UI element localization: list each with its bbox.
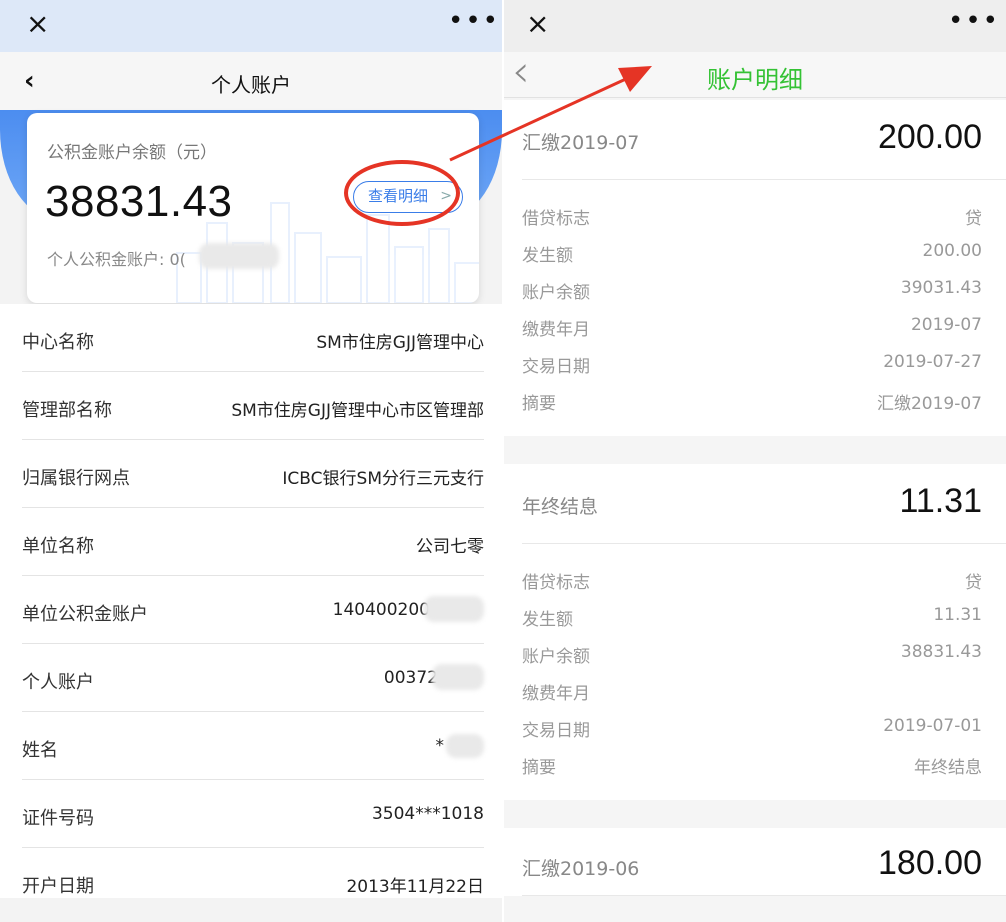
detail-value: 11.31 (933, 605, 982, 625)
info-value: 3504***1018 (371, 804, 484, 824)
transaction-header: 汇缴2019-06 180.00 (522, 828, 1006, 896)
transaction-amount: 180.00 (878, 844, 982, 882)
detail-key: 缴费年月 (522, 320, 590, 340)
redaction-blur (432, 664, 484, 690)
info-value: 00372 (383, 668, 438, 688)
info-label: 开户日期 (22, 876, 94, 897)
annotation-circle (344, 160, 460, 226)
top-bar: × ••• (0, 0, 502, 52)
transaction-card[interactable]: 年终结息 11.31 借贷标志 贷 发生额 11.31 账户余额 38831.43 缴… (504, 464, 1006, 800)
personal-account-screen: × ••• ‹ 个人账户 公积金账户余额（元） 38831.43 个人公积金账户… (0, 0, 502, 922)
info-value: 公司七零 (416, 537, 484, 557)
top-bar: × ••• (504, 0, 1006, 52)
transaction-amount: 200.00 (878, 118, 982, 156)
detail-key: 借贷标志 (522, 573, 590, 593)
balance-amount: 38831.43 (45, 177, 233, 226)
detail-key: 账户余额 (522, 647, 590, 667)
detail-key: 交易日期 (522, 721, 590, 741)
detail-row: 交易日期 2019-07-27 (522, 346, 982, 383)
info-label: 管理部名称 (22, 400, 112, 421)
info-row-center: 中心名称 SM市住房GJJ管理中心 (22, 304, 484, 372)
detail-value: 2019-07-01 (883, 716, 982, 736)
detail-row: 借贷标志 贷 (522, 198, 982, 235)
close-icon[interactable]: × (26, 10, 54, 38)
info-row-name: 姓名 * (22, 712, 484, 780)
detail-value: 2019-07 (910, 315, 982, 335)
detail-key: 借贷标志 (522, 209, 590, 229)
redaction-blur (446, 734, 484, 758)
close-icon[interactable]: × (526, 10, 554, 38)
account-details-screen: × ••• ‹ 账户明细 汇缴2019-07 200.00 借贷标志贷 发生额 2… (504, 0, 1006, 922)
transaction-amount: 11.31 (899, 482, 982, 520)
detail-row: 缴费年月 2019-07 (522, 309, 982, 346)
detail-key: 发生额 (522, 246, 573, 266)
bottom-spacer (0, 898, 502, 922)
redaction-blur (424, 596, 484, 622)
detail-row: 发生额 200.00 (522, 235, 982, 272)
info-row-bank-branch: 归属银行网点 ICBC银行SM分行三元支行 (22, 440, 484, 508)
page-title: 账户明细 (707, 66, 803, 94)
info-label: 个人账户 (22, 672, 94, 693)
nav-bar: ‹ 账户明细 (504, 46, 1006, 98)
detail-value: 38831.43 (900, 642, 982, 662)
info-label: 归属银行网点 (22, 468, 130, 489)
info-value: SM市住房GJJ管理中心 (316, 333, 484, 353)
balance-label: 公积金账户余额（元） (47, 143, 217, 163)
account-number-label: 个人公积金账户: 0( (47, 250, 186, 269)
info-row-employer: 单位名称 公司七零 (22, 508, 484, 576)
info-row-department: 管理部名称 SM市住房GJJ管理中心市区管理部 (22, 372, 484, 440)
detail-value: 39031.43 (900, 278, 982, 298)
detail-value: 年终结息 (914, 758, 982, 778)
transaction-title: 汇缴2019-07 (522, 132, 640, 154)
transaction-title: 年终结息 (522, 496, 599, 518)
detail-key: 缴费年月 (522, 684, 590, 704)
transaction-header: 年终结息 11.31 (522, 464, 1006, 544)
account-info-list: 中心名称 SM市住房GJJ管理中心 管理部名称 SM市住房GJJ管理中心市区管理… (0, 304, 502, 918)
detail-key: 摘要 (522, 758, 556, 778)
info-value: 140400200 (332, 600, 430, 620)
detail-row: 交易日期 2019-07-01 (522, 710, 982, 747)
detail-row: 发生额 11.31 (522, 599, 982, 636)
detail-row: 借贷标志 贷 (522, 562, 982, 599)
info-label: 姓名 (22, 740, 58, 761)
transaction-card[interactable]: 汇缴2019-07 200.00 借贷标志 贷 发生额 200.00 账户余额 390… (504, 100, 1006, 436)
detail-value: 2019-07-27 (883, 352, 982, 372)
transaction-card[interactable]: 汇缴2019-06 180.00 (504, 828, 1006, 896)
detail-key: 交易日期 (522, 357, 590, 377)
nav-bar: ‹ 个人账户 (0, 52, 502, 110)
detail-value: 贷 (965, 209, 982, 229)
transaction-title: 汇缴2019-06 (522, 858, 640, 880)
detail-value: 贷 (965, 573, 982, 593)
transaction-details: 借贷标志 贷 发生额 11.31 账户余额 38831.43 缴费年月 交易日期 201… (504, 544, 1006, 800)
transaction-header: 汇缴2019-07 200.00 (522, 100, 1006, 180)
info-value: * (435, 736, 445, 756)
redaction-blur (199, 243, 279, 269)
info-value: ICBC银行SM分行三元支行 (282, 469, 484, 489)
detail-row: 摘要 汇缴2019-07 (522, 383, 982, 420)
info-value: SM市住房GJJ管理中心市区管理部 (231, 401, 484, 421)
info-row-employer-account: 单位公积金账户 140400200 (22, 576, 484, 644)
detail-row: 缴费年月 (522, 673, 982, 710)
info-label: 单位公积金账户 (22, 604, 148, 625)
info-label: 单位名称 (22, 536, 94, 557)
info-value: 2013年11月22日 (346, 877, 484, 897)
detail-row: 摘要 年终结息 (522, 747, 982, 784)
detail-key: 账户余额 (522, 283, 590, 303)
detail-value: 汇缴2019-07 (876, 394, 982, 414)
info-label: 证件号码 (22, 808, 94, 829)
info-label: 中心名称 (22, 332, 94, 353)
detail-row: 账户余额 39031.43 (522, 272, 982, 309)
transaction-details: 借贷标志 贷 发生额 200.00 账户余额 39031.43 缴费年月 2019-07… (504, 180, 1006, 436)
more-icon[interactable]: ••• (948, 4, 1000, 38)
more-icon[interactable]: ••• (448, 4, 500, 38)
info-row-id-number: 证件号码 3504***1018 (22, 780, 484, 848)
page-title: 个人账户 (211, 73, 291, 97)
info-row-personal-account: 个人账户 00372 (22, 644, 484, 712)
detail-value: 200.00 (922, 241, 982, 261)
detail-key: 发生额 (522, 610, 573, 630)
detail-key: 摘要 (522, 394, 556, 414)
detail-row: 账户余额 38831.43 (522, 636, 982, 673)
